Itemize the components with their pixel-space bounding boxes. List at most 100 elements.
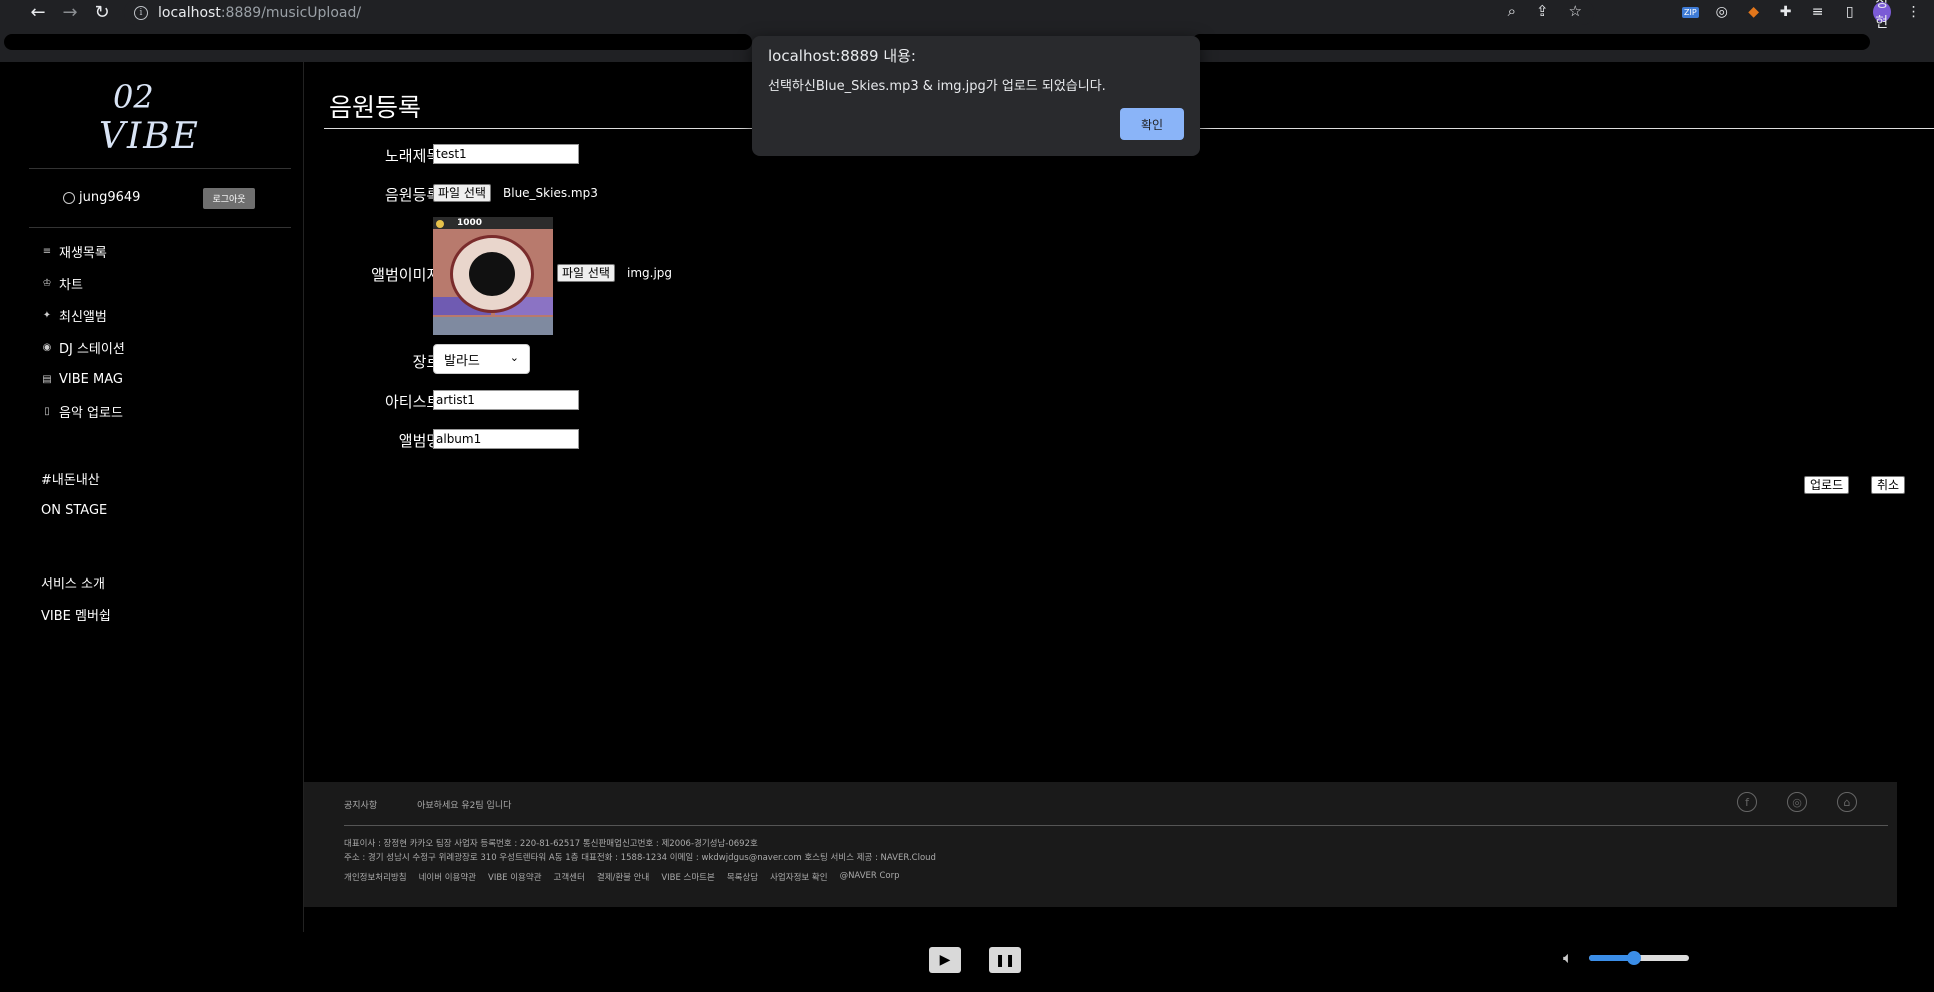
footer-link[interactable]: 결제/환불 안내 [597,871,650,883]
facebook-icon[interactable]: f [1737,792,1757,812]
volume-slider[interactable] [1589,951,1689,965]
pause-button[interactable]: ❚❚ [989,947,1021,973]
album-image-label: 앨범이미지 : [371,266,450,284]
footer-link[interactable]: 네이버 이용약관 [419,871,476,883]
chevron-down-icon: ⌄ [509,351,519,364]
puzzle-extensions-icon[interactable]: ✚ [1777,4,1795,20]
sidebar-link-on-stage[interactable]: ON STAGE [41,494,107,526]
image-amount: 1000 [457,218,483,228]
footer-links: 개인정보처리방침 네이버 이용약관 VIBE 이용약관 고객센터 결제/환불 안… [344,871,900,883]
song-title-input[interactable]: test1 [433,144,579,164]
page-title: 음원등록 [329,93,422,122]
trophy-icon: ♔ [42,277,52,289]
footer-notice-link[interactable]: 공지사항 [344,798,377,811]
sidebar-divider [29,168,291,169]
sidebar-item-label: 재생목록 [59,245,107,261]
coin-icon [436,220,444,228]
fox-extension-icon[interactable]: ◆ [1745,4,1763,20]
footer-notice-message[interactable]: 아뵤하세요 유2팀 입니다 [417,798,511,811]
playlist-icon: ≡ [42,245,52,257]
radio-icon: ◉ [42,341,52,353]
reload-icon[interactable]: ↻ [90,0,114,24]
user-info: jung9649 [63,190,140,205]
sidebar-item-dj-station[interactable]: ◉ DJ 스테이션 [41,331,125,363]
album-input[interactable]: album1 [433,429,579,449]
side-panel-icon[interactable]: ▯ [1841,4,1859,20]
media-queue-icon[interactable]: ≡ [1809,4,1827,20]
username: jung9649 [79,190,141,205]
redacted-bookmarks [4,34,752,50]
logout-button[interactable]: 로그아웃 [203,188,255,209]
redacted-bookmarks [1192,34,1870,50]
upload-file-icon: ▯ [44,405,50,417]
footer-link[interactable]: VIBE 스마트본 [661,871,715,883]
footer-link[interactable]: 개인정보처리방침 [344,871,407,883]
forward-arrow-icon[interactable]: → [58,0,82,24]
genre-label: 장르 : [412,353,450,371]
sidebar: 02 VIBE jung9649 로그아웃 ≡ 재생목록 ♔ 차트 ✦ 최신앨범 [19,62,304,932]
footer-link[interactable]: 고객센터 [554,871,585,883]
sidebar-link-my-money[interactable]: #내돈내산 [41,462,107,494]
play-button[interactable]: ▶ [929,947,961,973]
audio-label: 음원등록 : [384,186,450,204]
footer-link[interactable]: 목록상담 [727,871,758,883]
sidebar-item-vibe-mag[interactable]: ▤ VIBE MAG [41,363,125,395]
alert-dialog: localhost:8889 내용: 선택하신Blue_Skies.mp3 & … [752,36,1200,156]
volume-thumb[interactable] [1627,951,1641,965]
sidebar-item-chart[interactable]: ♔ 차트 [41,267,125,299]
footer-link[interactable]: VIBE 이용약관 [488,871,542,883]
logo-text: VIBE [99,116,200,157]
sidebar-link-membership[interactable]: VIBE 멤버쉽 [41,598,111,630]
magazine-icon: ▤ [42,373,52,385]
sidebar-links-group2: 서비스 소개 VIBE 멤버쉽 [41,566,111,630]
info-icon[interactable]: i [134,5,148,20]
sidebar-item-playlist[interactable]: ≡ 재생목록 [41,235,125,267]
pause-icon: ❚❚ [994,953,1016,967]
page: 02 VIBE jung9649 로그아웃 ≡ 재생목록 ♔ 차트 ✦ 최신앨범 [19,62,1934,992]
menu-kebab-icon[interactable]: ⋮ [1905,4,1923,20]
home-icon[interactable]: ⌂ [1837,792,1857,812]
logo-mark: 02 [113,78,154,116]
sparkle-icon: ✦ [42,309,52,321]
audio-file-button[interactable]: 파일 선택 [433,184,491,202]
artist-input[interactable]: artist1 [433,390,579,410]
sidebar-item-new-albums[interactable]: ✦ 최신앨범 [41,299,125,331]
address-bar[interactable]: i localhost:8889/musicUpload/ ⌕ ⇪ ☆ [124,0,1594,25]
sidebar-nav: ≡ 재생목록 ♔ 차트 ✦ 최신앨범 ◉ DJ 스테이션 ▤ VIBE MAG … [41,235,125,427]
sidebar-item-label: VIBE MAG [59,371,123,387]
song-title-label: 노래제목 : [384,147,450,165]
sidebar-links-group1: #내돈내산 ON STAGE [41,462,107,526]
footer-link[interactable]: 사업자정보 확인 [770,871,827,883]
url-text: localhost:8889/musicUpload/ [158,4,362,21]
dialog-title: localhost:8889 내용: [768,47,916,65]
volume-icon[interactable]: 🔈︎ [1563,948,1573,968]
footer-info-line: 주소 : 경기 성남시 수정구 위례광장로 310 우성트렌타워 A동 1층 대… [344,853,936,863]
cancel-button[interactable]: 취소 [1871,476,1906,494]
footer: 공지사항 아뵤하세요 유2팀 입니다 f ◎ ⌂ 대표이사 : 장정현 카카오 … [304,782,1897,907]
vibe-logo[interactable]: 02 VIBE [89,74,219,164]
user-icon [63,191,75,204]
sidebar-link-service-intro[interactable]: 서비스 소개 [41,566,111,598]
zip-extension-icon[interactable]: ZIP [1682,6,1699,18]
play-icon: ▶ [939,952,951,968]
star-icon[interactable]: ☆ [1569,2,1582,20]
dialog-ok-button[interactable]: 확인 [1120,108,1184,140]
footer-info-line: 대표이사 : 장정현 카카오 팀장 사업자 등록번호 : 220-81-6251… [344,839,758,849]
sidebar-item-label: 음악 업로드 [59,405,123,421]
image-file-button[interactable]: 파일 선택 [557,264,615,282]
upload-button[interactable]: 업로드 [1804,476,1850,494]
back-arrow-icon[interactable]: ← [26,0,50,24]
genre-select[interactable]: 발라드 ⌄ [433,344,530,374]
album-label: 앨범명 : [398,432,450,450]
target-extension-icon[interactable]: ◎ [1713,4,1731,20]
audio-file-name: Blue_Skies.mp3 [503,186,598,200]
genre-selected: 발라드 [444,353,480,369]
profile-avatar[interactable]: 정현 [1872,0,1891,31]
footer-link[interactable]: @NAVER Corp [840,871,900,883]
share-icon[interactable]: ⇪ [1536,2,1549,20]
sidebar-item-music-upload[interactable]: ▯ 음악 업로드 [41,395,125,427]
footer-company-info: 대표이사 : 장정현 카카오 팀장 사업자 등록번호 : 220-81-6251… [344,837,936,865]
zoom-icon[interactable]: ⌕ [1508,2,1516,20]
sidebar-item-label: 차트 [59,277,83,293]
instagram-icon[interactable]: ◎ [1787,792,1807,812]
